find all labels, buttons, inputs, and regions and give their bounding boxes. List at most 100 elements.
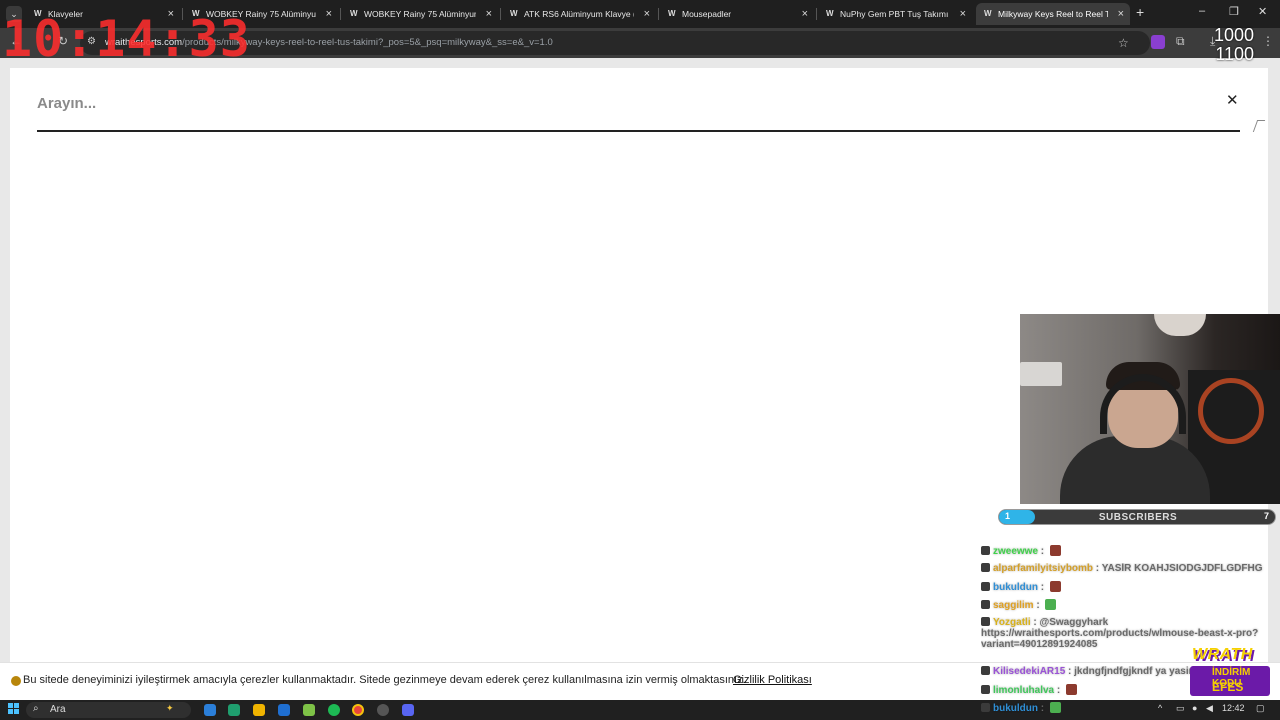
webcam-chair-emblem [1198, 378, 1264, 444]
search-icon: ⌕ [33, 703, 39, 714]
app-icon[interactable] [303, 704, 315, 716]
chat-emote-icon [1049, 545, 1061, 556]
chrome-app-icon[interactable] [352, 704, 364, 716]
window-close-icon[interactable]: ✕ [1258, 5, 1267, 18]
chat-separator: : [1054, 685, 1064, 696]
extension-icon[interactable] [1151, 35, 1165, 49]
chat-username: alparfamilyitsiybomb [993, 563, 1094, 574]
chat-username: zweewwe [993, 546, 1039, 557]
wraith-favicon-icon: W [984, 9, 992, 18]
tab-title: Mousepadler [682, 9, 732, 19]
obs-app-icon[interactable] [377, 704, 389, 716]
search-close-icon[interactable]: ✕ [1226, 91, 1239, 109]
wraith-favicon-icon: W [826, 9, 834, 18]
app-icon[interactable] [228, 704, 240, 716]
cookie-icon [11, 676, 21, 686]
tab-close-icon[interactable]: × [486, 3, 492, 25]
taskbar-search-label: Ara [50, 704, 66, 715]
chat-badge-icon [981, 563, 990, 572]
wraith-favicon-icon: W [350, 9, 358, 18]
sponsor-code: EFES [1212, 680, 1244, 694]
bookmark-star-icon[interactable]: ☆ [1118, 36, 1129, 50]
chat-emote-icon [1049, 702, 1061, 713]
tab-separator [658, 8, 659, 20]
stream-timer: 10:14:33 [2, 10, 251, 68]
goal-current: 1000 [1214, 25, 1255, 45]
tab-title: Milkyway Keys Reel to Reel Tuş [998, 9, 1108, 19]
window-minimize-icon[interactable]: – [1199, 5, 1205, 17]
chat-separator: : [1065, 666, 1075, 677]
chat-emote-icon [1049, 581, 1061, 592]
windows-start-icon[interactable] [8, 703, 20, 715]
new-tab-plus-icon[interactable]: + [1136, 4, 1144, 20]
chat-username: bukuldun [993, 703, 1038, 714]
chat-separator: : [1093, 563, 1102, 574]
chat-badge-icon [981, 666, 990, 675]
webcam-air-conditioner [1020, 362, 1062, 386]
chat-username: Yozgatli [993, 617, 1031, 628]
discord-app-icon[interactable] [402, 704, 414, 716]
wraith-favicon-icon: W [668, 9, 676, 18]
sponsor-brand: WRATH [1192, 646, 1253, 663]
subscriber-goal-bar: 1 SUBSCRIBERS 7 [998, 509, 1276, 525]
search-underline [37, 130, 1240, 132]
tab-wobkey-rainy-2[interactable]: W WOBKEY Rainy 75 Alüminyum K × [342, 3, 498, 25]
chat-separator: : [1033, 600, 1043, 611]
tab-title: WOBKEY Rainy 75 Alüminyum K [364, 9, 476, 19]
taskbar-search-box[interactable]: ⌕ Ara ✦ [26, 702, 191, 718]
chat-message: alparfamilyitsiybomb : YASİR KOAHJSIODGJ… [981, 563, 1277, 581]
extensions-puzzle-icon[interactable]: ⧉ [1176, 34, 1185, 49]
tab-atk-rs6[interactable]: W ATK RS6 Alüminyum Klavye (M × [502, 3, 656, 25]
tab-milkyway-keys[interactable]: W Milkyway Keys Reel to Reel Tuş × [976, 3, 1130, 25]
tab-close-icon[interactable]: × [802, 3, 808, 25]
file-explorer-icon[interactable] [253, 704, 265, 716]
edge-app-icon[interactable] [204, 704, 216, 716]
tab-close-icon[interactable]: × [1118, 3, 1124, 25]
browser-menu-icon[interactable]: ⋮ [1262, 34, 1274, 48]
sparkle-icon: ✦ [166, 703, 174, 713]
chat-emote-icon [1066, 684, 1078, 695]
chat-message: saggilim : [981, 599, 1277, 617]
chat-username: KilisedekiAR15 [993, 666, 1066, 677]
chat-username: saggilim [993, 600, 1034, 611]
search-input[interactable] [37, 90, 1187, 116]
tab-separator [340, 8, 341, 20]
chat-separator: : [1038, 703, 1047, 714]
chat-badge-icon [981, 600, 990, 609]
tab-close-icon[interactable]: × [326, 3, 332, 25]
sponsor-box: İNDİRİM KODU EFES [1190, 666, 1270, 696]
sponsor-badge: WRATH İNDİRİM KODU EFES [1190, 646, 1270, 698]
chat-badge-icon [981, 685, 990, 694]
chat-message: bukuldun : [981, 581, 1277, 599]
follower-goal-counter: 1000 1100 [1214, 26, 1254, 64]
chat-separator: : [1038, 582, 1047, 593]
chat-emote-icon [1045, 599, 1057, 610]
cookie-message: Bu sitede deneyiminizi iyileştirmek amac… [23, 674, 746, 686]
wraith-favicon-icon: W [510, 9, 518, 18]
tab-nuphy-gem[interactable]: W NuPhy Gem PBT Tuş Takımı × [818, 3, 972, 25]
tab-close-icon[interactable]: × [644, 3, 650, 25]
subscriber-goal: 7 [1263, 511, 1269, 521]
tab-title: NuPhy Gem PBT Tuş Takımı [840, 9, 949, 19]
chat-badge-icon [981, 582, 990, 591]
webcam-feed [1020, 314, 1280, 504]
goal-target: 1100 [1215, 43, 1255, 64]
spotify-app-icon[interactable] [328, 704, 340, 716]
chat-message: zweewwe : [981, 545, 1277, 563]
mouse-cursor-icon [1252, 120, 1266, 132]
tab-title: ATK RS6 Alüminyum Klavye (M [524, 9, 634, 19]
chat-username: limonluhalva [993, 685, 1055, 696]
tab-mousepadler[interactable]: W Mousepadler × [660, 3, 814, 25]
outlook-app-icon[interactable] [278, 704, 290, 716]
tab-separator [500, 8, 501, 20]
chat-badge-icon [981, 617, 990, 626]
privacy-policy-link[interactable]: Gizlilik Politikası [733, 674, 812, 686]
window-restore-icon[interactable]: ❐ [1229, 5, 1239, 18]
chat-badge-icon [981, 546, 990, 555]
chat-message: bukuldun : [981, 702, 1277, 720]
chat-text: YASİR KOAHJSIODGJDFLGDFHG [1101, 563, 1263, 574]
tab-separator [816, 8, 817, 20]
tab-close-icon[interactable]: × [960, 3, 966, 25]
chat-badge-icon [981, 703, 990, 712]
subscriber-label: SUBSCRIBERS [1098, 512, 1178, 523]
